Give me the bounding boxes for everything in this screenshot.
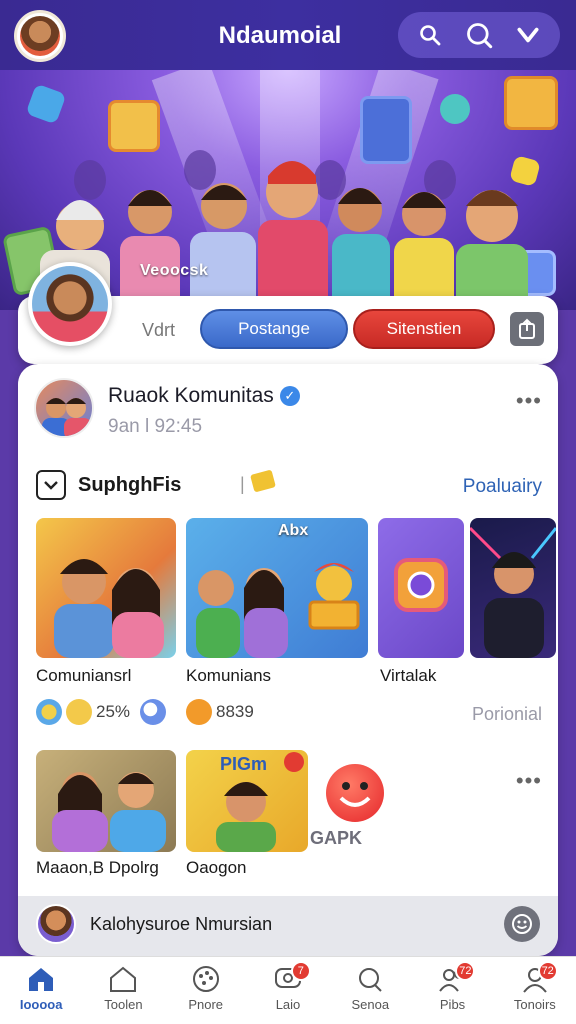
sticker-label: GAPK [310, 828, 363, 848]
avatar[interactable] [28, 262, 112, 346]
avatar-face-icon [32, 266, 108, 342]
reaction-count: 8839 [216, 702, 254, 721]
popular-label[interactable]: Porionial [472, 704, 542, 725]
group-avatar-icon [42, 398, 92, 436]
media-card-label: Komunians [186, 666, 272, 685]
top-actions [398, 12, 560, 58]
search-icon[interactable] [415, 20, 445, 50]
avatar[interactable] [36, 904, 76, 944]
friends-photo-icon [54, 559, 164, 658]
share-icon [519, 318, 535, 339]
reaction-stats: 25% [36, 698, 170, 726]
notification-badge: 72 [537, 961, 558, 981]
home-icon [29, 968, 54, 991]
nav-label: Laio [275, 997, 301, 1012]
photo-sticker-icon [504, 76, 558, 130]
nav-item-laio[interactable]: 7 Laio [247, 957, 329, 1024]
visit-label: Vdrt [142, 320, 176, 340]
instagram-icon [394, 558, 448, 612]
nav-item-toolen[interactable]: Toolen [82, 957, 164, 1024]
nav-item-pnore[interactable]: Pnore [165, 957, 247, 1024]
comment-input[interactable]: Kalohysuroe Nmursian [90, 914, 272, 935]
reaction-icon[interactable] [36, 699, 62, 725]
filter-label[interactable]: SuphghFis [78, 474, 181, 497]
nav-label: Pibs [439, 997, 466, 1012]
chevron-down-icon [44, 481, 58, 490]
top-bar: Ndaumoial [0, 0, 576, 70]
nav-item-senoa[interactable]: Senoa [329, 957, 411, 1024]
nav-label: Toolen [104, 997, 143, 1012]
notification-badge: 72 [455, 961, 476, 981]
card-overlay-label: Abx [278, 522, 309, 539]
popularity-link[interactable]: Poaluairy [463, 476, 542, 498]
post-time: 9an l 92:45 [108, 416, 203, 437]
hero-tag: Veoocsk [140, 262, 209, 279]
media-card[interactable]: PIGm [186, 750, 308, 852]
notification-badge [284, 752, 304, 772]
subscribe-button[interactable]: Sitenstien [353, 309, 495, 349]
globe-icon[interactable] [140, 699, 167, 725]
like-icon[interactable] [250, 469, 276, 493]
verified-icon: ✓ [279, 386, 300, 407]
palette-icon [192, 966, 219, 992]
media-card[interactable] [470, 518, 556, 658]
community-photo-icon [196, 563, 360, 658]
nav-item-pibs[interactable]: 72 Pibs [411, 957, 493, 1024]
emoji-button[interactable] [504, 906, 540, 942]
more-options-icon[interactable]: ••• [516, 388, 542, 414]
nav-label: Tonoirs [513, 997, 556, 1012]
media-card[interactable] [378, 518, 464, 658]
media-card-label: Oaogon [186, 858, 247, 877]
community-avatar[interactable] [34, 378, 94, 438]
post-button[interactable]: Postange [200, 309, 348, 349]
post-title[interactable]: Ruaok Komunitas ✓ [108, 384, 300, 408]
media-card-label: Virtalak [380, 666, 437, 685]
bottom-nav: Iooooa Toolen Pnore 7 Laio Senoa 72 Pibs… [0, 956, 576, 1024]
reaction-stats: 8839 [186, 698, 264, 726]
smile-icon [512, 914, 532, 934]
post-card: Ruaok Komunitas ✓ 9an l 92:45 ••• SuphghF… [18, 364, 558, 956]
reaction-percent: 25% [96, 702, 131, 721]
nav-label: Iooooa [19, 997, 63, 1012]
filter-row: SuphghFis | Poaluairy [36, 468, 542, 502]
nav-item-tonoirs[interactable]: 72 Tonoirs [494, 957, 576, 1024]
media-grid: Abx [36, 518, 556, 658]
media-card-label: Comuniansrl [36, 666, 132, 685]
nav-label: Senoa [351, 997, 390, 1012]
nav-item-home[interactable]: Iooooa [0, 957, 82, 1024]
media-card-label: Maaon,B Dpolrg [36, 858, 159, 877]
media-card[interactable]: Abx [186, 518, 368, 658]
post-title-text: Ruaok Komunitas [108, 384, 274, 407]
friends-photo-icon [52, 772, 166, 852]
filter-separator: | [240, 474, 245, 494]
smile-icon[interactable] [66, 699, 92, 725]
sticker-icon [25, 83, 67, 125]
share-button[interactable] [510, 312, 544, 346]
emoji-sticker-icon[interactable] [326, 764, 384, 822]
comment-bar: Kalohysuroe Nmursian [18, 896, 558, 956]
card-overlay-label: PIGm [220, 754, 268, 774]
search-icon [359, 968, 382, 992]
notification-badge: 7 [290, 961, 311, 981]
nav-label: Pnore [188, 997, 224, 1012]
chevron-down-icon[interactable] [513, 20, 543, 50]
more-options-icon[interactable]: ••• [516, 768, 542, 794]
media-card[interactable] [36, 750, 176, 852]
house-outline-icon [110, 966, 137, 992]
media-card[interactable] [36, 518, 176, 658]
creator-photo-icon [470, 526, 556, 658]
emoji-sticker-icon [440, 94, 470, 124]
filter-checkbox[interactable] [36, 470, 66, 500]
search-alt-icon[interactable] [464, 20, 494, 50]
laugh-icon[interactable] [186, 699, 212, 725]
